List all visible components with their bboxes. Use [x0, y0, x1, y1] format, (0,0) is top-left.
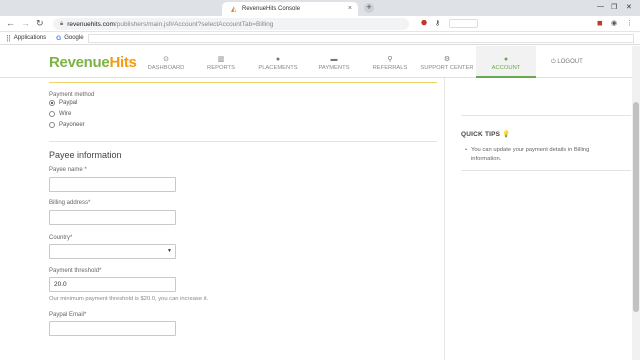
menu-icon[interactable]: ⋮ [626, 19, 633, 27]
money-icon: ▬ [330, 56, 338, 63]
nav-dashboard-label: DASHBOARD [147, 65, 185, 71]
billing-address-input[interactable] [49, 210, 176, 225]
profile-icon[interactable]: ◉ [611, 19, 617, 27]
browser-tabstrip: ◭ RevenueHits Console × + — ❐ ✕ [0, 0, 640, 16]
quick-tips-top-border [461, 115, 631, 116]
browser-toolbar: ← → ↻ 🔒︎ revenuehits.com /publishers/mai… [0, 16, 640, 32]
logo-text-revenue: Revenue [49, 54, 110, 71]
radio-paypal[interactable]: Paypal [49, 100, 77, 106]
quick-tips-title: QUICK TIPS 💡 [461, 131, 511, 138]
reload-button[interactable]: ↻ [36, 18, 44, 29]
payee-name-input[interactable] [49, 177, 176, 192]
logo-text-hits: Hits [109, 54, 137, 71]
paypal-email-label: Paypal Email* [49, 312, 87, 318]
radio-payoneer[interactable]: Payoneer [49, 122, 85, 128]
browser-tab[interactable]: ◭ RevenueHits Console × [222, 2, 358, 16]
address-bar[interactable]: 🔒︎ revenuehits.com /publishers/main.jsf#… [53, 18, 409, 30]
bookmark-google[interactable]: G Google [56, 35, 83, 42]
nav-dashboard[interactable]: ⊙ DASHBOARD [136, 46, 196, 78]
payment-threshold-help: Our minimum payment threshold is $20.0, … [49, 296, 209, 302]
billing-form: Payment method Paypal Wire Payoneer Paye… [49, 78, 437, 360]
page-scrollbar[interactable] [632, 46, 640, 360]
quick-tip-text: You can update your payment details in B… [471, 147, 590, 162]
logout-button[interactable]: ⏻ LOGOUT [551, 59, 583, 66]
radio-payoneer-circle [49, 122, 55, 128]
nav-account[interactable]: ● ACCOUNT [476, 46, 536, 78]
nav-referrals[interactable]: ⚲ REFERRALS [360, 46, 420, 78]
extension-box[interactable] [449, 19, 478, 28]
new-tab-button[interactable]: + [364, 3, 374, 13]
payee-information-title: Payee information [49, 150, 122, 160]
user-icon: ● [503, 56, 509, 63]
billing-address-label: Billing address* [49, 200, 91, 206]
extension-red-icon[interactable]: ◼ [597, 19, 603, 27]
radio-paypal-label: Paypal [59, 100, 78, 106]
apps-grid-icon: ⣿ [6, 35, 11, 42]
lock-icon: 🔒︎ [60, 20, 64, 27]
maximize-button[interactable]: ❐ [611, 3, 617, 11]
radio-wire-circle [49, 111, 55, 117]
country-label: Country* [49, 235, 73, 241]
payment-threshold-label: Payment threshold* [49, 268, 102, 274]
app-header: RevenueHits ⊙ DASHBOARD ▥ REPORTS ● PLAC… [0, 46, 640, 78]
reports-icon: ▥ [217, 56, 225, 63]
revenuehits-logo[interactable]: RevenueHits [49, 54, 137, 71]
link-icon: ⚲ [387, 56, 393, 63]
payee-name-label: Payee name * [49, 167, 87, 173]
bookmarks-bar: ⣿ Applications G Google [0, 32, 640, 45]
radio-wire-label: Wire [59, 111, 72, 117]
dashboard-icon: ⊙ [163, 56, 169, 63]
nav-support-center-label: SUPPORT CENTER [420, 65, 474, 71]
nav-account-label: ACCOUNT [491, 65, 521, 71]
bookmarks-blank-area [88, 34, 634, 43]
nav-placements[interactable]: ● PLACEMENTS [248, 46, 308, 78]
google-icon: G [56, 34, 62, 42]
radio-wire[interactable]: Wire [49, 111, 71, 117]
nav-payments-label: PAYMENTS [318, 65, 350, 71]
url-host: revenuehits.com [67, 20, 115, 28]
bullet-icon: • [465, 147, 468, 153]
nav-support-center[interactable]: ⚙ SUPPORT CENTER [417, 46, 477, 78]
globe-icon: ● [275, 56, 281, 63]
payment-method-label: Payment method [49, 92, 95, 98]
section-top-border [49, 82, 437, 83]
tab-title: RevenueHits Console [242, 6, 301, 12]
dropdown-arrow-icon: ▼ [167, 248, 172, 254]
quick-tip-item: • You can update your payment details in… [465, 146, 605, 164]
nav-referrals-label: REFERRALS [372, 65, 408, 71]
url-path: /publishers/main.jsf#Account?selectAccou… [114, 20, 274, 28]
minimize-button[interactable]: — [597, 3, 604, 10]
bookmark-google-label: Google [64, 35, 84, 41]
key-icon[interactable]: ⚷ [435, 19, 440, 27]
country-select[interactable]: ▼ [49, 244, 176, 259]
payment-threshold-input[interactable]: 20.0 [49, 277, 176, 292]
bookmark-applications[interactable]: ⣿ Applications [6, 34, 46, 42]
extension-icon[interactable]: ⬣ [421, 19, 427, 27]
nav-reports[interactable]: ▥ REPORTS [191, 46, 251, 78]
revenuehits-favicon-icon: ◭ [231, 5, 237, 13]
nav-reports-label: REPORTS [207, 65, 235, 71]
quick-tips-bottom-border [461, 170, 631, 171]
paypal-email-input[interactable] [49, 321, 176, 336]
nav-payments[interactable]: ▬ PAYMENTS [304, 46, 364, 78]
radio-payoneer-label: Payoneer [59, 122, 85, 128]
nav-placements-label: PLACEMENTS [258, 65, 298, 71]
tab-close-icon[interactable]: × [348, 5, 352, 12]
close-window-button[interactable]: ✕ [626, 3, 632, 11]
radio-paypal-circle [49, 100, 55, 106]
bookmark-applications-label: Applications [13, 35, 47, 41]
scrollbar-thumb[interactable] [633, 102, 639, 312]
forward-button[interactable]: → [21, 18, 30, 28]
gear-icon: ⚙ [443, 56, 451, 63]
section-divider [49, 141, 437, 142]
back-button[interactable]: ← [6, 18, 15, 28]
quick-tips-panel: QUICK TIPS 💡 • You can update your payme… [445, 78, 632, 360]
page-content: Payment method Paypal Wire Payoneer Paye… [0, 78, 632, 360]
